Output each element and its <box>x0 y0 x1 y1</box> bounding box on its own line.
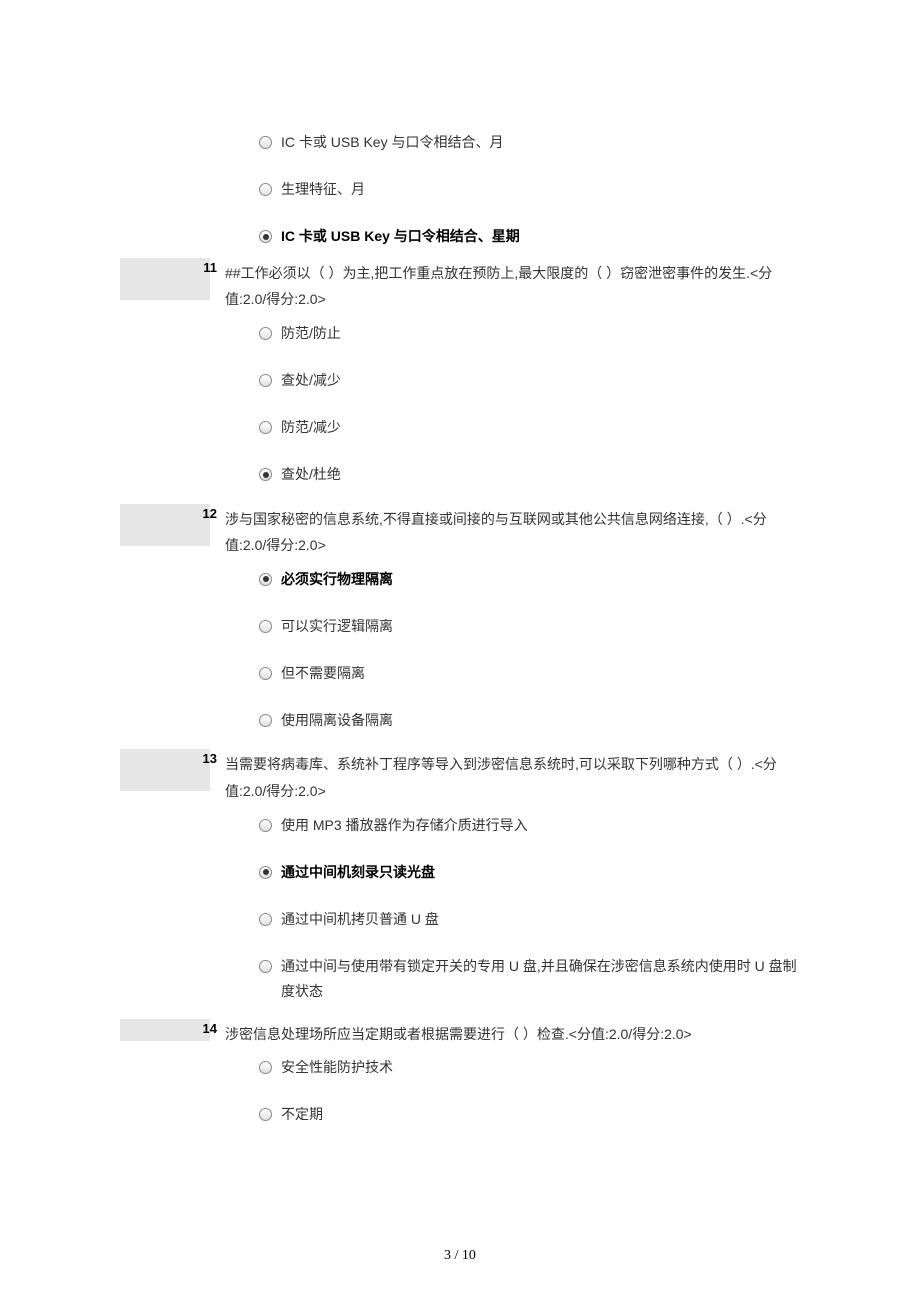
radio-wrap <box>259 130 281 157</box>
radio-icon-selected[interactable] <box>259 468 272 481</box>
options-list: 安全性能防护技术 不定期 <box>225 1055 800 1129</box>
question-block-13: 13 当需要将病毒库、系统补丁程序等导入到涉密信息系统时,可以采取下列哪种方式（… <box>120 751 800 1020</box>
option-row: 通过中间机拷贝普通 U 盘 <box>259 907 800 934</box>
option-row: 使用隔离设备隔离 <box>259 708 800 735</box>
option-text: 通过中间与使用带有锁定开关的专用 U 盘,并且确保在涉密信息系统内使用时 U 盘… <box>281 954 800 1004</box>
question-text: 涉密信息处理场所应当定期或者根据需要进行（ ）检查.<分值:2.0/得分:2.0… <box>225 1021 800 1048</box>
question-content: ##工作必须以（ ）为主,把工作重点放在预防上,最大限度的（ ）窃密泄密事件的发… <box>225 260 800 506</box>
radio-icon-selected[interactable] <box>259 230 272 243</box>
radio-icon[interactable] <box>259 620 272 633</box>
options-list: 防范/防止 查处/减少 防范/减少 查处/杜绝 <box>225 321 800 490</box>
radio-icon[interactable] <box>259 667 272 680</box>
question-block-12: 12 涉与国家秘密的信息系统,不得直接或间接的与互联网或其他公共信息网络连接,（… <box>120 506 800 752</box>
option-text: 不定期 <box>281 1102 800 1127</box>
option-row: 查处/减少 <box>259 368 800 395</box>
question-block-11: 11 ##工作必须以（ ）为主,把工作重点放在预防上,最大限度的（ ）窃密泄密事… <box>120 260 800 506</box>
option-row: 不定期 <box>259 1102 800 1129</box>
option-row: 生理特征、月 <box>259 177 800 204</box>
question-content: 当需要将病毒库、系统补丁程序等导入到涉密信息系统时,可以采取下列哪种方式（ ）.… <box>225 751 800 1020</box>
halftone-decoration <box>120 258 210 300</box>
option-row: 防范/减少 <box>259 415 800 442</box>
option-text: 通过中间机刻录只读光盘 <box>281 860 800 885</box>
radio-icon[interactable] <box>259 960 272 973</box>
radio-icon[interactable] <box>259 913 272 926</box>
option-text: 必须实行物理隔离 <box>281 567 800 592</box>
question-text: ##工作必须以（ ）为主,把工作重点放在预防上,最大限度的（ ）窃密泄密事件的发… <box>225 260 800 313</box>
option-text: 防范/防止 <box>281 321 800 346</box>
question-content: 涉密信息处理场所应当定期或者根据需要进行（ ）检查.<分值:2.0/得分:2.0… <box>225 1021 800 1146</box>
halftone-decoration <box>120 504 210 546</box>
halftone-decoration <box>120 1019 210 1041</box>
radio-icon[interactable] <box>259 327 272 340</box>
option-row: 通过中间机刻录只读光盘 <box>259 860 800 887</box>
option-text: 可以实行逻辑隔离 <box>281 614 800 639</box>
radio-icon[interactable] <box>259 374 272 387</box>
question-number: 13 <box>203 751 217 766</box>
question-number: 12 <box>203 506 217 521</box>
options-list: 必须实行物理隔离 可以实行逻辑隔离 但不需要隔离 使用隔离设备隔离 <box>225 567 800 736</box>
option-row: 可以实行逻辑隔离 <box>259 614 800 641</box>
radio-wrap <box>259 177 281 204</box>
orphan-options: IC 卡或 USB Key 与口令相结合、月 生理特征、月 IC 卡或 USB … <box>120 130 800 252</box>
halftone-decoration <box>120 749 210 791</box>
radio-icon[interactable] <box>259 421 272 434</box>
radio-icon[interactable] <box>259 1061 272 1074</box>
question-block-14: 14 涉密信息处理场所应当定期或者根据需要进行（ ）检查.<分值:2.0/得分:… <box>120 1021 800 1146</box>
option-text: 使用隔离设备隔离 <box>281 708 800 733</box>
question-number: 14 <box>203 1021 217 1036</box>
option-text: 使用 MP3 播放器作为存储介质进行导入 <box>281 813 800 838</box>
option-text: 查处/减少 <box>281 368 800 393</box>
option-text: 防范/减少 <box>281 415 800 440</box>
option-row: 查处/杜绝 <box>259 462 800 489</box>
option-row: 但不需要隔离 <box>259 661 800 688</box>
option-row: 必须实行物理隔离 <box>259 567 800 594</box>
question-text: 涉与国家秘密的信息系统,不得直接或间接的与互联网或其他公共信息网络连接,（ ）.… <box>225 506 800 559</box>
page-footer: 3 / 10 <box>0 1248 920 1264</box>
radio-icon-selected[interactable] <box>259 866 272 879</box>
radio-icon[interactable] <box>259 183 272 196</box>
radio-icon[interactable] <box>259 714 272 727</box>
option-row: IC 卡或 USB Key 与口令相结合、月 <box>259 130 800 157</box>
question-number-col: 12 <box>120 506 225 752</box>
question-number-col: 11 <box>120 260 225 506</box>
radio-icon[interactable] <box>259 1108 272 1121</box>
options-list: 使用 MP3 播放器作为存储介质进行导入 通过中间机刻录只读光盘 通过中间机拷贝… <box>225 813 800 1005</box>
question-number-col: 13 <box>120 751 225 1020</box>
option-row: 使用 MP3 播放器作为存储介质进行导入 <box>259 813 800 840</box>
radio-icon[interactable] <box>259 136 272 149</box>
option-text: 安全性能防护技术 <box>281 1055 800 1080</box>
question-number: 11 <box>203 260 217 275</box>
option-row: 安全性能防护技术 <box>259 1055 800 1082</box>
question-text: 当需要将病毒库、系统补丁程序等导入到涉密信息系统时,可以采取下列哪种方式（ ）.… <box>225 751 800 804</box>
option-text: IC 卡或 USB Key 与口令相结合、星期 <box>281 224 800 249</box>
option-row: 防范/防止 <box>259 321 800 348</box>
radio-icon-selected[interactable] <box>259 573 272 586</box>
question-content: 涉与国家秘密的信息系统,不得直接或间接的与互联网或其他公共信息网络连接,（ ）.… <box>225 506 800 752</box>
option-text: 但不需要隔离 <box>281 661 800 686</box>
option-row: 通过中间与使用带有锁定开关的专用 U 盘,并且确保在涉密信息系统内使用时 U 盘… <box>225 954 800 1004</box>
radio-icon[interactable] <box>259 819 272 832</box>
option-text: 查处/杜绝 <box>281 462 800 487</box>
option-text: 生理特征、月 <box>281 177 800 202</box>
option-text: IC 卡或 USB Key 与口令相结合、月 <box>281 130 800 155</box>
radio-wrap <box>259 224 281 251</box>
question-number-col: 14 <box>120 1021 225 1146</box>
option-text: 通过中间机拷贝普通 U 盘 <box>281 907 800 932</box>
option-row: IC 卡或 USB Key 与口令相结合、星期 <box>259 224 800 251</box>
